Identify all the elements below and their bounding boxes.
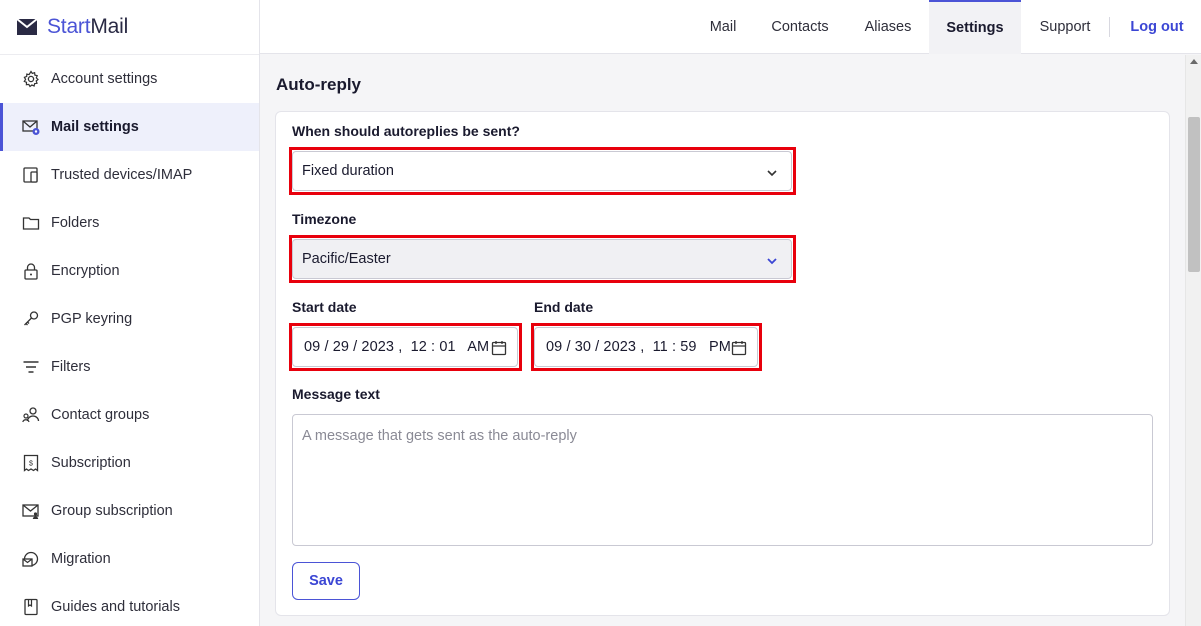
page-scrollbar[interactable] xyxy=(1185,55,1201,626)
startmail-logo[interactable]: StartMail xyxy=(0,0,259,55)
envelope-gear-icon xyxy=(22,118,40,136)
sidebar-item-account-settings[interactable]: Account settings xyxy=(0,55,259,103)
logo-text-mail: Mail xyxy=(90,15,129,38)
contact-groups-icon xyxy=(22,406,40,424)
start-date-value: 09 / 29 / 2023 , 12 : 01 AM xyxy=(304,339,490,355)
sidebar-item-label: Account settings xyxy=(51,71,158,87)
logo-text-start: Start xyxy=(47,15,91,38)
sidebar-item-label: Guides and tutorials xyxy=(51,599,180,615)
when-label: When should autoreplies be sent? xyxy=(292,123,520,139)
nav-aliases[interactable]: Aliases xyxy=(854,0,922,54)
page-title: Auto-reply xyxy=(276,75,361,94)
sidebar-item-folders[interactable]: Folders xyxy=(0,199,259,247)
svg-text:$: $ xyxy=(29,461,33,468)
calendar-icon[interactable] xyxy=(491,340,507,360)
sidebar-item-mail-settings[interactable]: Mail settings xyxy=(0,103,259,151)
key-icon xyxy=(22,310,40,328)
scrollbar-thumb[interactable] xyxy=(1188,117,1200,272)
end-date-input[interactable]: 09 / 30 / 2023 , 11 : 59 PM xyxy=(534,327,758,367)
sidebar-item-label: Subscription xyxy=(51,455,131,471)
logout-link[interactable]: Log out xyxy=(1126,0,1188,54)
envelope-user-icon xyxy=(22,502,40,520)
devices-icon xyxy=(22,166,40,184)
start-date-label: Start date xyxy=(292,299,357,315)
timezone-label: Timezone xyxy=(292,211,357,227)
sidebar-item-label: Trusted devices/IMAP xyxy=(51,167,193,183)
sidebar-item-guides-tutorials[interactable]: Guides and tutorials xyxy=(0,583,259,626)
chevron-down-icon xyxy=(767,165,777,181)
chevron-down-icon xyxy=(767,253,777,269)
sidebar: StartMail Account settings Mail settings… xyxy=(0,0,260,626)
sidebar-item-migration[interactable]: Migration xyxy=(0,535,259,583)
sidebar-item-trusted-devices[interactable]: Trusted devices/IMAP xyxy=(0,151,259,199)
main-content: Auto-reply When should autoreplies be se… xyxy=(260,55,1185,626)
when-select-value: Fixed duration xyxy=(302,163,394,179)
nav-support[interactable]: Support xyxy=(1030,0,1100,54)
scroll-up-arrow-icon[interactable] xyxy=(1190,59,1198,64)
sidebar-item-pgp-keyring[interactable]: PGP keyring xyxy=(0,295,259,343)
when-select[interactable]: Fixed duration xyxy=(292,151,792,191)
nav-mail[interactable]: Mail xyxy=(696,0,750,54)
sidebar-item-subscription[interactable]: $ Subscription xyxy=(0,439,259,487)
nav-settings[interactable]: Settings xyxy=(929,0,1021,54)
auto-reply-card: When should autoreplies be sent? Fixed d… xyxy=(275,111,1170,616)
sidebar-item-group-subscription[interactable]: Group subscription xyxy=(0,487,259,535)
save-button[interactable]: Save xyxy=(292,562,360,600)
end-date-value: 09 / 30 / 2023 , 11 : 59 PM xyxy=(546,339,731,355)
envelope-logo-icon xyxy=(16,18,38,36)
sidebar-item-encryption[interactable]: Encryption xyxy=(0,247,259,295)
sidebar-item-filters[interactable]: Filters xyxy=(0,343,259,391)
receipt-icon: $ xyxy=(22,454,40,472)
gear-icon xyxy=(22,70,40,88)
end-date-label: End date xyxy=(534,299,594,315)
sidebar-item-label: Mail settings xyxy=(51,119,139,135)
calendar-icon[interactable] xyxy=(731,340,747,360)
sidebar-item-label: PGP keyring xyxy=(51,311,133,327)
lock-icon xyxy=(22,262,40,280)
book-icon xyxy=(22,598,40,616)
message-textarea[interactable] xyxy=(292,414,1153,546)
sidebar-item-label: Folders xyxy=(51,215,100,231)
folder-icon xyxy=(22,214,40,232)
migration-icon xyxy=(22,550,40,568)
sidebar-item-contact-groups[interactable]: Contact groups xyxy=(0,391,259,439)
message-text-label: Message text xyxy=(292,386,380,402)
sidebar-item-label: Migration xyxy=(51,551,111,567)
sidebar-item-label: Contact groups xyxy=(51,407,150,423)
filter-icon xyxy=(22,358,40,376)
sidebar-item-label: Filters xyxy=(51,359,91,375)
sidebar-item-label: Group subscription xyxy=(51,503,173,519)
timezone-select[interactable]: Pacific/Easter xyxy=(292,239,792,279)
nav-divider xyxy=(1109,17,1110,37)
nav-contacts[interactable]: Contacts xyxy=(761,0,839,54)
top-navigation: Mail Contacts Aliases Settings Support L… xyxy=(260,0,1201,54)
timezone-select-value: Pacific/Easter xyxy=(302,251,391,267)
start-date-input[interactable]: 09 / 29 / 2023 , 12 : 01 AM xyxy=(292,327,518,367)
sidebar-item-label: Encryption xyxy=(51,263,120,279)
